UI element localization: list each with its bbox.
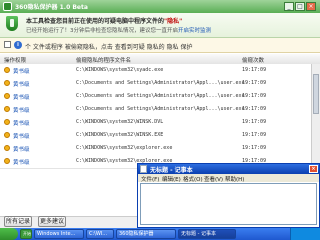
table-row[interactable]: 黄书级 C:\WINDOWS\system32\syadc.exe 19:17:09	[0, 64, 320, 78]
table-row[interactable]: 黄书级 C:\Documents and Settings\Administrat…	[0, 90, 320, 104]
notepad-close-button[interactable]: ×	[309, 165, 318, 173]
row-path: C:\Documents and Settings\Administrator\…	[76, 106, 245, 112]
notepad-menu-view[interactable]: 查看(V)	[204, 175, 223, 183]
minimize-button[interactable]: _	[284, 2, 294, 11]
row-time: 19:17:09	[242, 67, 267, 73]
warning-icon	[4, 145, 10, 151]
maximize-button[interactable]: □	[295, 2, 305, 11]
realtime-monitor-link[interactable]: 开启实时监测	[178, 28, 211, 34]
table-row[interactable]: 黄书级 C:\Documents and Settings\Administrat…	[0, 103, 320, 117]
row-time: 19:17:09	[242, 132, 267, 138]
notice-text: 个 文件或程序 被偷窥隐私，点击 查看到可疑 隐私的 隐私 保护	[25, 44, 193, 51]
row-time: 19:17:09	[242, 106, 267, 112]
system-tray	[290, 228, 320, 240]
column-header-path[interactable]: 偷窥隐私的程序文件名	[76, 56, 131, 64]
warning-icon	[4, 67, 10, 73]
header-status: 已经开始运行了！3分钟后非检查您隐私情况，建议您一直开启开启实时监测	[26, 26, 211, 34]
table-row[interactable]: 黄书级 C:\WINDOWS\system32\explorer.exe 19:17…	[0, 142, 320, 156]
row-time: 19:17:09	[242, 145, 267, 151]
taskbar-item-360[interactable]: 360隐私保护器	[116, 229, 176, 239]
close-button[interactable]: ×	[306, 2, 316, 11]
row-level: 黄书级	[13, 147, 30, 153]
table-row[interactable]: 黄书级 C:\WINDOWS\system32\WINSK.DVL 19:17:09	[0, 116, 320, 130]
table-row[interactable]: 黄书级 C:\Documents and Settings\Administrat…	[0, 77, 320, 91]
column-header-level[interactable]: 操作权限	[4, 56, 26, 64]
warning-icon	[4, 80, 10, 86]
privacy-highlight: "隐私"	[164, 18, 183, 25]
start-button[interactable]	[0, 228, 18, 240]
row-level: 黄书级	[13, 134, 30, 140]
all-records-button[interactable]: 所有记录	[4, 216, 32, 227]
row-level: 黄书级	[13, 108, 30, 114]
taskbar-start-label[interactable]: 开始	[20, 229, 32, 239]
row-path: C:\WINDOWS\system32\explorer.exe	[76, 145, 173, 151]
warning-icon	[4, 158, 10, 164]
taskbar-item-cmd[interactable]: C:\WI...	[86, 229, 114, 239]
row-level: 黄书级	[13, 82, 30, 88]
app-shield-icon	[3, 2, 12, 11]
notepad-text-area[interactable]	[140, 183, 317, 225]
table-row[interactable]: 黄书级 C:\WINDOWS\system32\WINSK.EXE 19:17:09	[0, 129, 320, 143]
row-time: 19:17:09	[242, 119, 267, 125]
row-path: C:\WINDOWS\system32\WINSK.EXE	[76, 132, 164, 138]
column-header-count[interactable]: 偷窥次数	[242, 56, 264, 64]
notepad-menu-file[interactable]: 文件(F)	[141, 175, 159, 183]
taskbar-item-ie[interactable]: Windows Inte...	[34, 229, 84, 239]
notepad-icon	[140, 165, 147, 173]
row-time: 19:17:09	[242, 93, 267, 99]
warning-icon	[4, 93, 10, 99]
taskbar-item-notepad[interactable]: 无标题 - 记事本	[178, 229, 236, 239]
title-bar[interactable]: 360隐私保护器 1.0 Beta _ □ ×	[0, 0, 320, 13]
more-suggestions-button[interactable]: 更多建议	[38, 216, 66, 227]
scrollbar-thumb[interactable]	[313, 74, 319, 114]
notepad-title-bar[interactable]: 无标题 - 记事本 ×	[138, 164, 319, 174]
row-path: C:\WINDOWS\system32\WINSK.DVL	[76, 119, 164, 125]
row-level: 黄书级	[13, 95, 30, 101]
notice-checkbox[interactable]	[4, 41, 11, 48]
warning-icon	[4, 106, 10, 112]
row-level: 黄书级	[13, 160, 30, 166]
notepad-menu-format[interactable]: 格式(O)	[183, 175, 203, 183]
notepad-menu-edit[interactable]: 编辑(E)	[162, 175, 181, 183]
row-path: C:\Documents and Settings\Administrator\…	[76, 80, 245, 86]
row-path: C:\Documents and Settings\Administrator\…	[76, 93, 245, 99]
warning-icon	[4, 119, 10, 125]
window-title: 360隐私保护器 1.0 Beta	[15, 4, 88, 11]
row-time: 19:17:09	[242, 80, 267, 86]
warning-icon	[4, 132, 10, 138]
row-level: 黄书级	[13, 121, 30, 127]
header-message: 本工具检查您目前正在使用的可疑电脑中程序文件的"隐私"	[26, 16, 182, 25]
row-level: 黄书级	[13, 69, 30, 75]
header-status-text: 已经开始运行了！3分钟后非检查您隐私情况，建议您一直开启	[26, 28, 179, 34]
notepad-menu-bar: 文件(F) 编辑(E) 格式(O) 查看(V) 帮助(H)	[138, 174, 319, 183]
notepad-window[interactable]: 无标题 - 记事本 × 文件(F) 编辑(E) 格式(O) 查看(V) 帮助(H…	[137, 163, 320, 228]
notepad-title: 无标题 - 记事本	[150, 167, 193, 174]
row-path: C:\WINDOWS\system32\syadc.exe	[76, 67, 164, 73]
notepad-menu-help[interactable]: 帮助(H)	[225, 175, 244, 183]
header-message-text: 本工具检查您目前正在使用的可疑电脑中程序文件的	[26, 18, 165, 25]
info-icon: i	[14, 41, 22, 49]
shield-icon	[6, 16, 18, 31]
